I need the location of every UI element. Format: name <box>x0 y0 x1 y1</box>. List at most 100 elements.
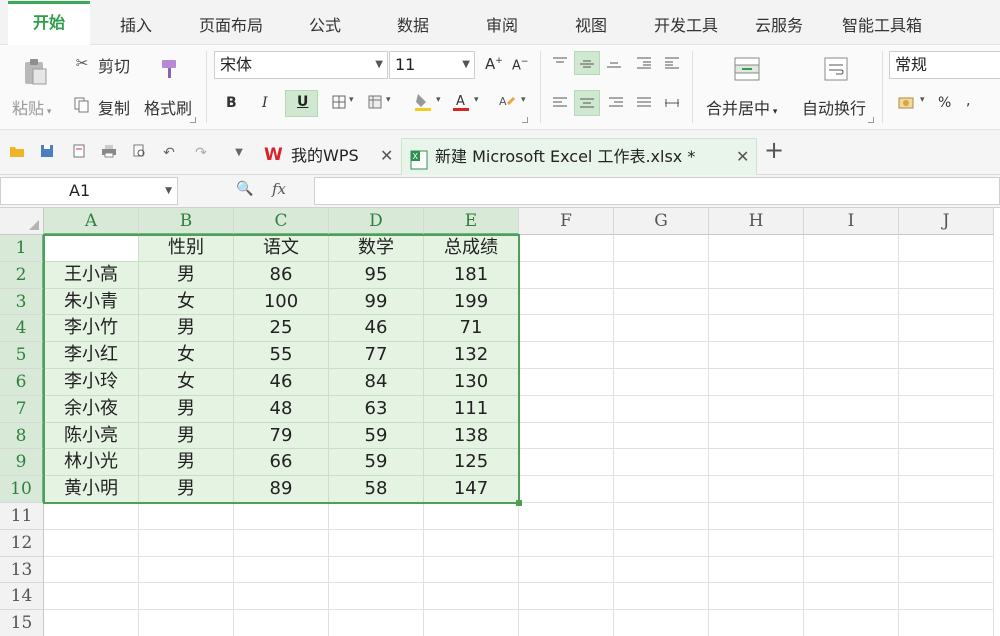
cell-a6[interactable]: 李小玲 <box>44 369 139 396</box>
cell-g14[interactable] <box>614 583 709 611</box>
cell-d7[interactable]: 63 <box>329 395 424 423</box>
italic-button[interactable]: I <box>262 95 268 111</box>
alignment-dialog-launcher[interactable] <box>868 117 874 123</box>
fill-handle[interactable] <box>516 500 522 506</box>
row-header-5[interactable]: 5 <box>0 342 44 369</box>
cell-h5[interactable] <box>709 342 804 369</box>
cell-h3[interactable] <box>709 288 804 316</box>
column-header-j[interactable]: J <box>899 208 994 235</box>
chevron-down-icon[interactable]: ▾ <box>386 95 391 105</box>
cell-e15[interactable] <box>424 610 519 636</box>
close-icon[interactable]: ✕ <box>380 138 393 173</box>
cell-e12[interactable] <box>424 529 519 557</box>
clipboard-dialog-launcher[interactable] <box>190 117 196 123</box>
cell-i9[interactable] <box>804 449 899 477</box>
cell-g6[interactable] <box>614 369 709 396</box>
cell-f2[interactable] <box>519 261 614 289</box>
cell-i13[interactable] <box>804 556 899 584</box>
cell-d2[interactable]: 95 <box>329 261 424 289</box>
cell-e6[interactable]: 130 <box>424 369 519 396</box>
close-icon[interactable]: ✕ <box>736 139 749 174</box>
cell-d6[interactable]: 84 <box>329 369 424 396</box>
cell-f10[interactable] <box>519 476 614 503</box>
cell-d15[interactable] <box>329 610 424 636</box>
row-header-3[interactable]: 3 <box>0 288 44 316</box>
cell-f9[interactable] <box>519 449 614 477</box>
cell-b6[interactable]: 女 <box>139 369 234 396</box>
cell-d10[interactable]: 58 <box>329 476 424 503</box>
column-header-b[interactable]: B <box>139 208 234 235</box>
format-painter-button[interactable]: 格式刷 <box>144 95 192 119</box>
cell-d13[interactable] <box>329 556 424 584</box>
wrap-text-icon[interactable] <box>822 55 850 83</box>
cell-e2[interactable]: 181 <box>424 261 519 289</box>
cell-g13[interactable] <box>614 556 709 584</box>
cell-b11[interactable] <box>139 503 234 530</box>
cell-a1[interactable] <box>44 235 139 262</box>
cell-j8[interactable] <box>899 422 994 450</box>
currency-icon[interactable] <box>896 93 916 113</box>
cell-d3[interactable]: 99 <box>329 288 424 316</box>
cell-j10[interactable] <box>899 476 994 503</box>
row-header-13[interactable]: 13 <box>0 556 44 584</box>
cell-h15[interactable] <box>709 610 804 636</box>
decrease-font-size-button[interactable]: A− <box>512 57 528 73</box>
cell-c15[interactable] <box>234 610 329 636</box>
cell-e13[interactable] <box>424 556 519 584</box>
cell-b15[interactable] <box>139 610 234 636</box>
insert-function-button[interactable]: fx <box>272 180 286 198</box>
tab-my-wps[interactable]: W 我的WPS ✕ <box>258 138 400 175</box>
spreadsheet-grid[interactable]: A B C D E F G H I J 1 性别 语文 数学 总成绩 2 王小高男 86 95 181 3 朱小青女 100… <box>0 208 1000 636</box>
cell-d14[interactable] <box>329 583 424 611</box>
cell-b7[interactable]: 男 <box>139 395 234 423</box>
tab-cloud-service[interactable]: 云服务 <box>746 4 812 44</box>
cell-b10[interactable]: 男 <box>139 476 234 503</box>
format-painter-icon[interactable] <box>156 55 184 83</box>
cell-g10[interactable] <box>614 476 709 503</box>
cell-f5[interactable] <box>519 342 614 369</box>
cell-h8[interactable] <box>709 422 804 450</box>
cell-e11[interactable] <box>424 503 519 530</box>
cell-b5[interactable]: 女 <box>139 342 234 369</box>
cell-a11[interactable] <box>44 503 139 530</box>
cut-button[interactable]: 剪切 <box>98 53 130 77</box>
cell-g1[interactable] <box>614 235 709 262</box>
align-right-icon[interactable] <box>606 93 626 113</box>
cell-b14[interactable] <box>139 583 234 611</box>
cell-a10[interactable]: 黄小明 <box>44 476 139 503</box>
cell-e1[interactable]: 总成绩 <box>424 235 519 262</box>
column-header-e[interactable]: E <box>424 208 519 235</box>
cell-a5[interactable]: 李小红 <box>44 342 139 369</box>
comma-style-icon[interactable]: , <box>966 93 970 109</box>
column-header-i[interactable]: I <box>804 208 899 235</box>
wrap-text-button[interactable]: 自动换行 <box>802 95 866 119</box>
bold-button[interactable]: B <box>226 95 237 111</box>
cell-d12[interactable] <box>329 529 424 557</box>
cell-g5[interactable] <box>614 342 709 369</box>
column-header-g[interactable]: G <box>614 208 709 235</box>
cell-j5[interactable] <box>899 342 994 369</box>
cell-b3[interactable]: 女 <box>139 288 234 316</box>
copy-icon[interactable] <box>72 95 92 115</box>
formula-input[interactable] <box>314 177 1000 205</box>
align-left-icon[interactable] <box>550 93 570 113</box>
cell-j7[interactable] <box>899 395 994 423</box>
merge-center-icon[interactable] <box>732 55 762 83</box>
cell-c4[interactable]: 25 <box>234 315 329 343</box>
copy-button[interactable]: 复制 <box>98 95 130 119</box>
cell-a14[interactable] <box>44 583 139 611</box>
borders-icon[interactable] <box>330 93 348 111</box>
cell-h10[interactable] <box>709 476 804 503</box>
cell-b9[interactable]: 男 <box>139 449 234 477</box>
cell-j1[interactable] <box>899 235 994 262</box>
column-header-a[interactable]: A <box>44 208 139 235</box>
font-dialog-launcher[interactable] <box>522 117 528 123</box>
cell-g12[interactable] <box>614 529 709 557</box>
chevron-down-icon[interactable]: ▾ <box>436 95 441 105</box>
font-name-select[interactable]: 宋体 ▼ <box>214 51 388 79</box>
cell-h1[interactable] <box>709 235 804 262</box>
cell-a15[interactable] <box>44 610 139 636</box>
cell-i3[interactable] <box>804 288 899 316</box>
cell-style-icon[interactable] <box>366 93 384 111</box>
save-icon[interactable] <box>38 144 56 162</box>
